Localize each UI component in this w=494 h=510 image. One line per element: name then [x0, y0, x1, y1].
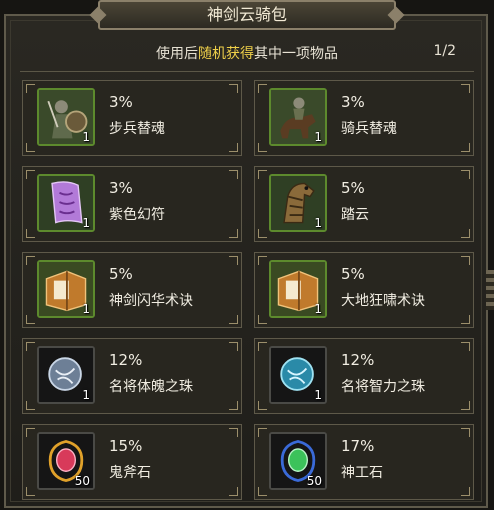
cyan-orb-icon: 1	[269, 346, 327, 404]
side-ornament	[486, 270, 494, 310]
purple-talisman-icon: 1	[37, 174, 95, 232]
item-qty: 1	[82, 388, 90, 402]
item-name: 神剑闪华术诀	[109, 293, 193, 309]
item-card[interactable]: 1 3% 骑兵替魂	[254, 80, 474, 156]
divider	[20, 71, 474, 72]
infantry-soul-icon: 1	[37, 88, 95, 146]
item-percent: 12%	[341, 351, 375, 369]
item-qty: 1	[314, 302, 322, 316]
item-name: 神工石	[341, 465, 383, 481]
item-percent: 3%	[109, 179, 133, 197]
item-percent: 15%	[109, 437, 143, 455]
item-percent: 17%	[341, 437, 375, 455]
item-qty: 1	[314, 388, 322, 402]
item-qty: 1	[314, 216, 322, 230]
item-percent: 12%	[109, 351, 143, 369]
page-indicator: 1/2	[433, 43, 456, 59]
hint-highlight: 随机获得	[198, 46, 254, 62]
item-qty: 1	[82, 216, 90, 230]
item-card[interactable]: 1 3% 步兵替魂	[22, 80, 242, 156]
dialog-title: 神剑云骑包	[98, 0, 396, 30]
item-card[interactable]: 1 12% 名将智力之珠	[254, 338, 474, 414]
skill-book-icon: 1	[269, 260, 327, 318]
item-name: 紫色幻符	[109, 207, 165, 223]
item-qty: 50	[306, 474, 322, 488]
item-name: 大地狂啸术诀	[341, 293, 425, 309]
red-gem-icon: 50	[37, 432, 95, 490]
item-qty: 1	[82, 302, 90, 316]
item-percent: 3%	[109, 93, 133, 111]
item-qty: 1	[314, 130, 322, 144]
item-name: 名将智力之珠	[341, 379, 425, 395]
hint-prefix: 使用后	[156, 46, 198, 62]
silver-orb-icon: 1	[37, 346, 95, 404]
item-card[interactable]: 1 3% 紫色幻符	[22, 166, 242, 242]
item-name: 踏云	[341, 207, 369, 223]
green-gem-icon: 50	[269, 432, 327, 490]
item-card[interactable]: 50 17% 神工石	[254, 424, 474, 500]
item-percent: 5%	[341, 265, 365, 283]
item-qty: 50	[74, 474, 90, 488]
item-card[interactable]: 1 5% 神剑闪华术诀	[22, 252, 242, 328]
hint-suffix: 其中一项物品	[254, 46, 338, 62]
item-card[interactable]: 1 12% 名将体魄之珠	[22, 338, 242, 414]
item-name: 骑兵替魂	[341, 121, 397, 137]
item-percent: 5%	[341, 179, 365, 197]
item-name: 鬼斧石	[109, 465, 151, 481]
horse-icon: 1	[269, 174, 327, 232]
item-percent: 3%	[341, 93, 365, 111]
item-name: 名将体魄之珠	[109, 379, 193, 395]
item-name: 步兵替魂	[109, 121, 165, 137]
item-card[interactable]: 1 5% 大地狂啸术诀	[254, 252, 474, 328]
item-percent: 5%	[109, 265, 133, 283]
item-card[interactable]: 1 5% 踏云	[254, 166, 474, 242]
skill-book-icon: 1	[37, 260, 95, 318]
cavalry-soul-icon: 1	[269, 88, 327, 146]
hint-text: 使用后随机获得其中一项物品	[0, 43, 494, 63]
item-card[interactable]: 50 15% 鬼斧石	[22, 424, 242, 500]
item-qty: 1	[82, 130, 90, 144]
